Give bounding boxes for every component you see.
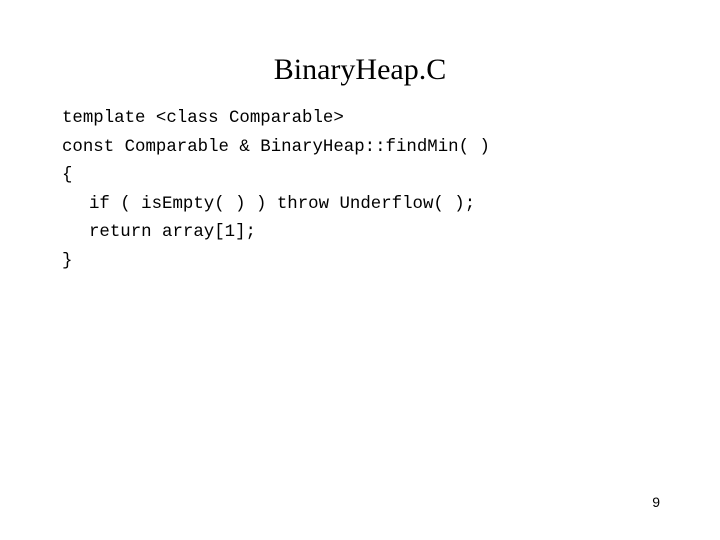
slide-title: BinaryHeap.C [273,53,447,86]
code-line: if ( isEmpty( ) ) throw Underflow( ); [89,194,476,214]
code-block: template <class Comparable> const Compar… [62,105,490,276]
code-line: const Comparable & BinaryHeap::findMin( … [62,137,490,157]
code-line: template <class Comparable> [62,109,344,128]
page-number: 9 [652,494,660,510]
slide: BinaryHeap.C template <class Comparable>… [0,0,720,540]
code-line: return array[1]; [89,223,256,242]
code-line: } [62,251,73,271]
code-line: { [62,166,73,185]
